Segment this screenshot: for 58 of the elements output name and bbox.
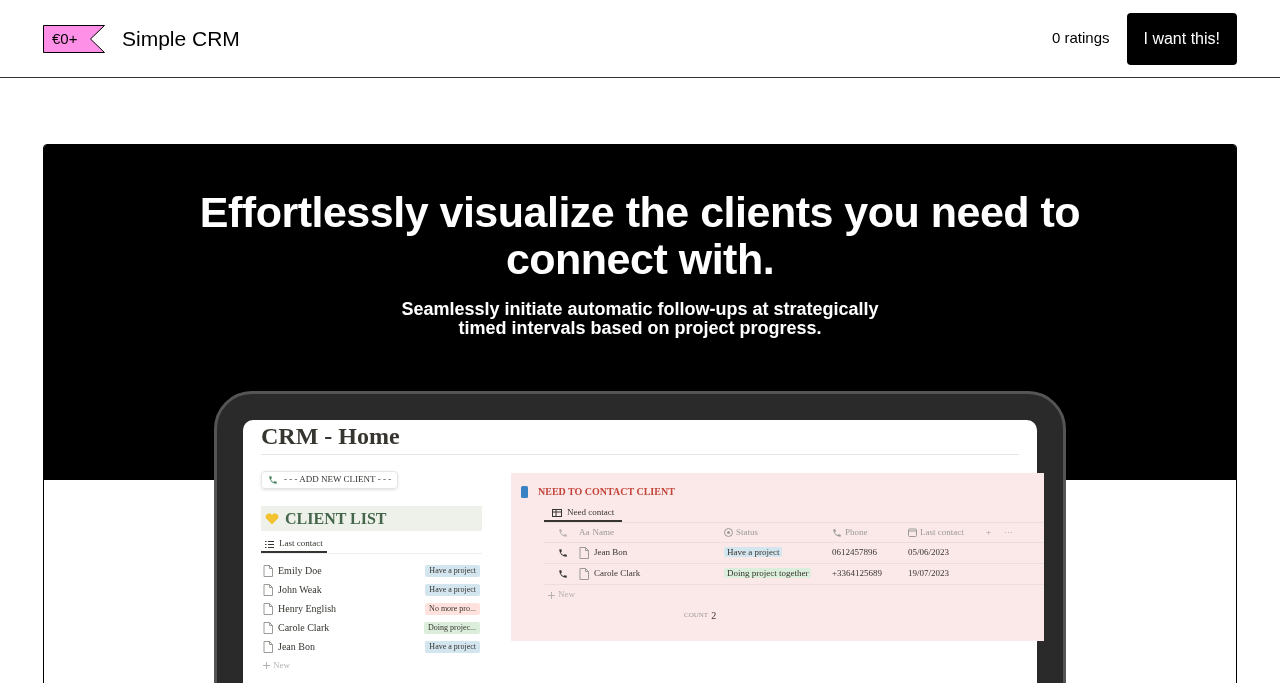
- client-name[interactable]: Carole Clark: [278, 620, 330, 635]
- column-header: Last contact: [920, 525, 964, 539]
- new-label: New: [558, 588, 575, 602]
- phone-icon: [558, 527, 568, 538]
- plus-icon: [548, 591, 555, 599]
- page-icon: [579, 547, 589, 559]
- status-tag: Have a project: [425, 564, 480, 577]
- client-name[interactable]: Jean Bon: [278, 639, 315, 654]
- date-cell-text: 05/06/2023: [908, 546, 950, 560]
- client-list-title: CLIENT LIST: [285, 508, 387, 529]
- phone-icon: [268, 475, 278, 485]
- client-name[interactable]: John Weak: [278, 582, 322, 597]
- client-name[interactable]: Emily Doe: [278, 563, 322, 578]
- hero-subheadline: Seamlessly initiate automatic follow-ups at strategically timed intervals based on project progress.: [400, 300, 880, 338]
- product-title: Simple CRM: [122, 25, 240, 52]
- status-tag: Have a project: [425, 640, 480, 653]
- client-name[interactable]: Henry English: [278, 601, 337, 616]
- name-cell[interactable]: Jean Bon: [594, 546, 628, 560]
- status-tag: Doing project together: [724, 568, 812, 579]
- page-icon: [263, 621, 273, 634]
- new-label: New: [273, 658, 290, 672]
- add-client-button[interactable]: - - - ADD NEW CLIENT - - -: [261, 471, 399, 489]
- status-tag: Have a project: [724, 547, 783, 558]
- status-tag: Have a project: [425, 583, 480, 596]
- view-tab[interactable]: Last contact: [261, 537, 327, 553]
- page-icon: [263, 564, 273, 577]
- plus-icon: [263, 662, 270, 669]
- status-tag: Doing projec...: [424, 621, 480, 634]
- heart-icon: [265, 512, 279, 525]
- mobile-phone-icon: [521, 485, 528, 498]
- phone-cell-text: +3364125689: [832, 567, 884, 581]
- price-tag: €0+: [43, 24, 105, 53]
- page-icon: [263, 602, 273, 615]
- page-icon: [579, 568, 589, 580]
- count-value: 2: [711, 608, 717, 623]
- phone-icon: [558, 548, 568, 558]
- status-icon: [724, 528, 733, 537]
- status-tag: No more pro...: [425, 602, 480, 615]
- phone-icon: [558, 569, 568, 579]
- text-type-icon: Aa: [579, 525, 590, 540]
- view-tab[interactable]: Need contact: [544, 506, 623, 522]
- phone-icon: [832, 527, 842, 538]
- phone-cell-text: 0612457896: [832, 546, 878, 560]
- column-header: Name: [592, 525, 614, 539]
- name-cell[interactable]: Carole Clark: [594, 567, 641, 581]
- page-icon: [263, 640, 273, 653]
- date-cell-text: 19/07/2023: [908, 567, 950, 581]
- page-title: CRM - Home: [261, 422, 401, 450]
- column-header: Status: [736, 525, 758, 539]
- calendar-icon: [908, 528, 917, 537]
- buy-button[interactable]: I want this!: [1126, 12, 1237, 65]
- page-icon: [263, 583, 273, 596]
- panel-title: NEED TO CONTACT CLIENT: [538, 485, 675, 499]
- hero-headline: Effortlessly visualize the clients you need to connect with.: [198, 189, 1082, 283]
- column-header: Phone: [845, 525, 868, 539]
- list-icon: [265, 540, 274, 548]
- table-icon: [552, 509, 562, 517]
- ratings-count: 0 ratings: [1051, 28, 1110, 49]
